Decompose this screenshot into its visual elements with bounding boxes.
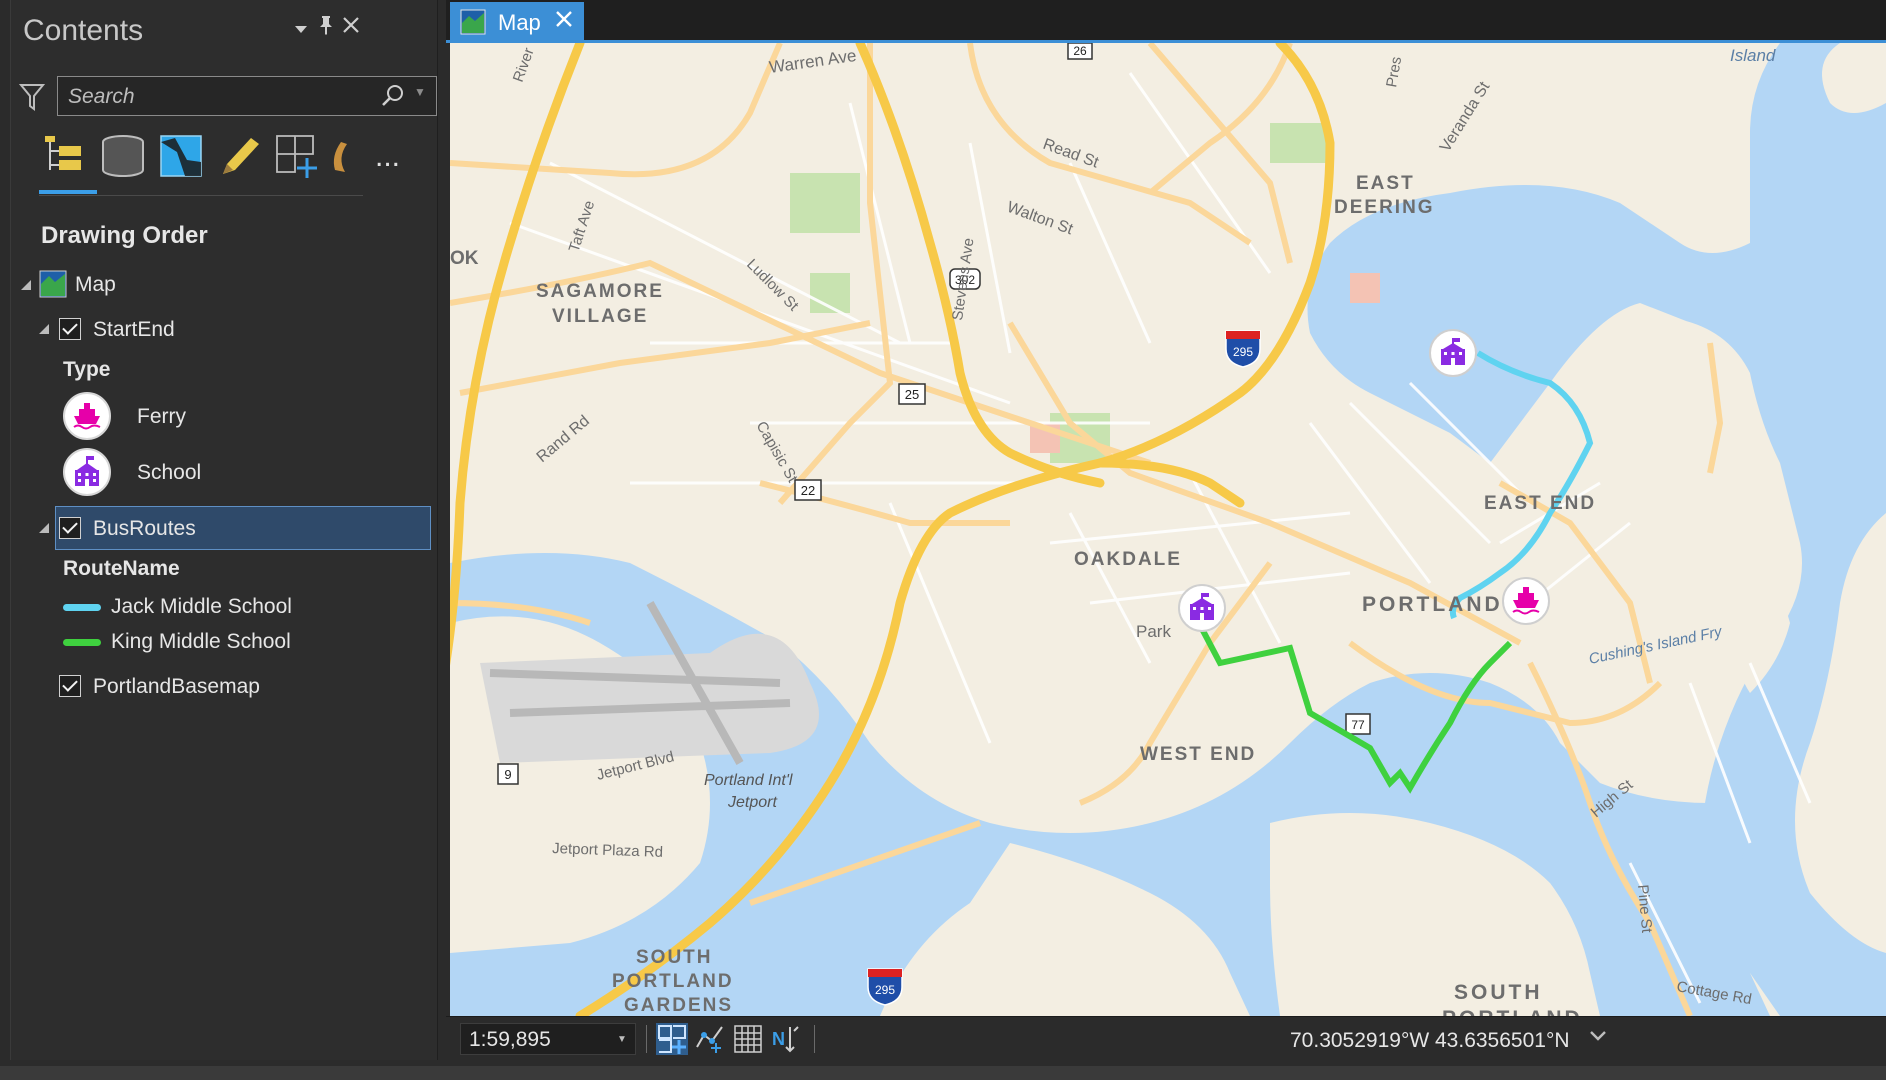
jack-route-swatch <box>63 604 101 611</box>
expander-startend[interactable] <box>37 322 51 341</box>
map-tab-icon <box>460 9 486 40</box>
layer-busroutes[interactable]: BusRoutes <box>93 517 196 541</box>
list-by-labeling-icon[interactable] <box>327 132 347 180</box>
grid-icon[interactable] <box>732 1023 764 1055</box>
map-canvas[interactable]: 26 302 295 25 22 9 295 77 Warren Ave Isl… <box>450 43 1886 1016</box>
layer-startend[interactable]: StartEnd <box>93 318 175 342</box>
label-east-deering-2: DEERING <box>1334 197 1435 218</box>
status-divider <box>814 1025 815 1053</box>
map-svg[interactable]: 26 302 295 25 22 9 295 77 Warren Ave Isl… <box>450 43 1886 1016</box>
pin-icon[interactable] <box>317 14 335 43</box>
label-south-portland-b1: SOUTH <box>1454 981 1543 1004</box>
label-east-deering-1: EAST <box>1356 173 1415 194</box>
label-ok: OK <box>450 248 479 269</box>
label-portland: PORTLAND <box>1362 593 1503 616</box>
legend-king-label: King Middle School <box>111 630 291 653</box>
legend-ferry-label: Ferry <box>137 405 186 428</box>
label-jetport-1: Portland Int'l <box>704 772 793 789</box>
shield-25: 25 <box>905 387 919 402</box>
ferry-marker <box>1502 577 1550 625</box>
layer-portlandbasemap[interactable]: PortlandBasemap <box>93 675 260 699</box>
list-by-drawing-order-icon[interactable] <box>39 132 87 180</box>
startend-checkbox[interactable] <box>59 318 81 340</box>
basemap-checkbox[interactable] <box>59 675 81 697</box>
toolbar-divider <box>39 195 363 196</box>
ferry-icon <box>63 392 111 440</box>
label-island: Island <box>1730 46 1776 65</box>
king-route-swatch <box>63 639 101 646</box>
shield-77: 77 <box>1351 718 1365 732</box>
shield-i295-south: 295 <box>875 983 895 997</box>
north-rotate-icon[interactable]: N <box>770 1023 802 1055</box>
tab-map[interactable]: Map <box>450 2 584 40</box>
fixed-zoom-icon[interactable] <box>656 1023 688 1055</box>
filter-icon[interactable] <box>18 82 46 112</box>
close-icon[interactable] <box>554 6 574 37</box>
shield-22: 22 <box>801 483 815 498</box>
more-icon[interactable]: ... <box>375 140 423 188</box>
label-east-end: EAST END <box>1484 493 1596 514</box>
section-title: Drawing Order <box>41 222 208 249</box>
search-box[interactable]: ▼ <box>57 76 437 116</box>
search-dropdown-icon[interactable]: ▼ <box>414 85 426 99</box>
expander-map[interactable] <box>19 278 33 297</box>
label-west-end: WEST END <box>1140 744 1256 765</box>
pane-title: Contents <box>23 14 144 47</box>
list-by-selection-icon[interactable] <box>157 132 205 180</box>
school-marker-oakdale <box>1178 584 1226 632</box>
active-tool-indicator <box>39 190 97 194</box>
shield-i295-north: 295 <box>1233 345 1253 359</box>
busroutes-checkbox[interactable] <box>59 517 81 539</box>
scale-value: 1:59,895 <box>469 1028 551 1051</box>
chevron-down-icon[interactable] <box>1588 1025 1608 1051</box>
shield-9: 9 <box>504 767 511 782</box>
list-by-editing-icon[interactable] <box>215 132 263 180</box>
expander-busroutes[interactable] <box>37 521 51 540</box>
shield-26: 26 <box>1073 44 1087 58</box>
tree-item-map[interactable]: Map <box>75 273 116 297</box>
close-icon[interactable] <box>341 14 361 42</box>
snap-icon[interactable] <box>694 1023 726 1055</box>
legend-jack-label: Jack Middle School <box>111 595 292 618</box>
label-south-portland-2: PORTLAND <box>612 971 734 992</box>
busroutes-field-label: RouteName <box>63 557 180 580</box>
label-sagamore-1: SAGAMORE <box>536 281 664 302</box>
search-input[interactable] <box>66 81 360 113</box>
map-status-bar: 1:59,895 ▼ N 70.3052919°W 43.6356501°N <box>446 1016 1886 1061</box>
chevron-down-icon[interactable] <box>293 16 309 44</box>
search-icon[interactable] <box>380 83 406 109</box>
list-by-source-icon[interactable] <box>99 132 147 180</box>
coordinate-readout: 70.3052919°W 43.6356501°N <box>1290 1029 1570 1052</box>
scale-selector[interactable]: 1:59,895 ▼ <box>460 1023 636 1055</box>
label-jetport-2: Jetport <box>727 794 777 811</box>
contents-pane: Contents ▼ <box>10 0 438 1060</box>
school-marker-east <box>1429 329 1477 377</box>
label-park: Park <box>1136 622 1171 641</box>
svg-text:N: N <box>772 1029 785 1049</box>
app-bottom-bar <box>0 1066 1886 1080</box>
label-south-portland-b2: PORTLAND <box>1442 1007 1583 1016</box>
label-south-portland-3: GARDENS <box>624 995 733 1016</box>
label-sagamore-2: VILLAGE <box>552 306 648 327</box>
legend-school-label: School <box>137 461 202 484</box>
chevron-down-icon[interactable]: ▼ <box>617 1034 627 1045</box>
label-south-portland-1: SOUTH <box>636 947 713 968</box>
view-tab-strip <box>446 0 1886 40</box>
list-by-snapping-icon[interactable] <box>273 132 321 180</box>
map-tab-label: Map <box>498 10 541 35</box>
label-oakdale: OAKDALE <box>1074 549 1182 570</box>
status-divider <box>646 1025 647 1053</box>
school-icon <box>63 448 111 496</box>
startend-field-label: Type <box>63 358 111 381</box>
map-icon <box>39 270 67 303</box>
